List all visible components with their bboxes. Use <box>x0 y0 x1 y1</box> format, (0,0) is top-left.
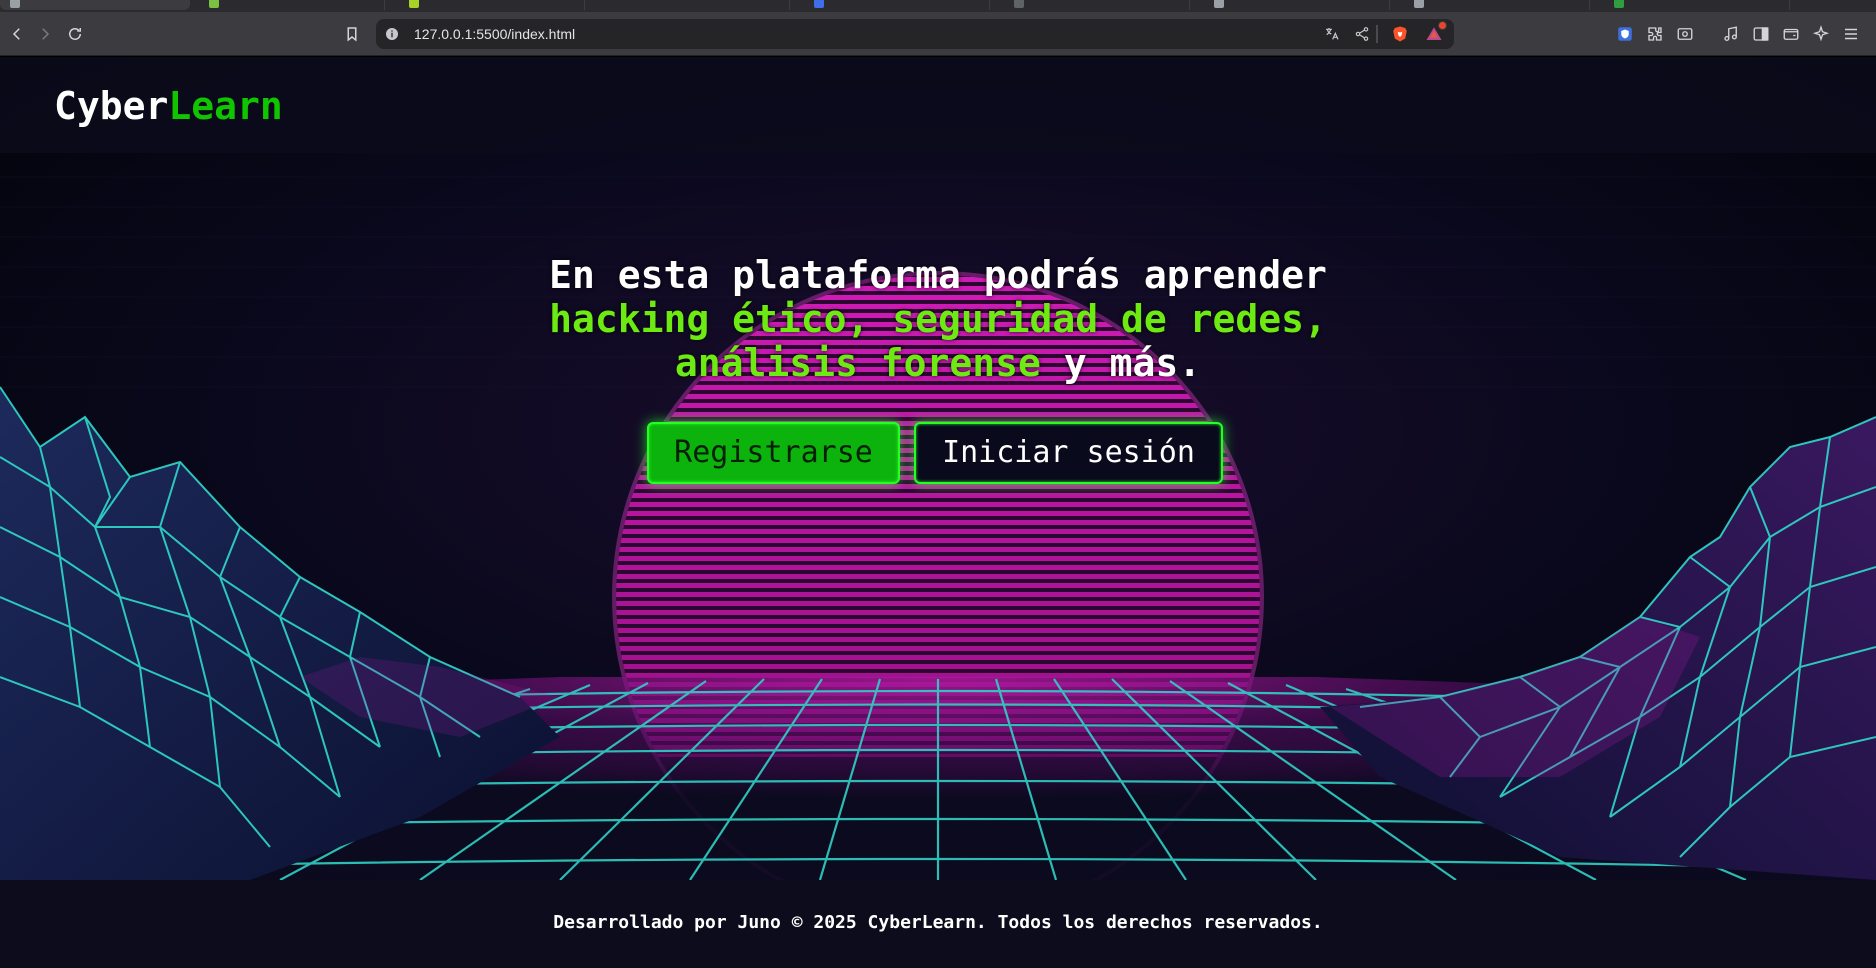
arrow-left-icon <box>12 28 20 40</box>
shield-extension-icon <box>1618 27 1632 41</box>
bookmark-icon <box>347 27 357 42</box>
tab-favicon <box>1214 0 1224 8</box>
back-button[interactable] <box>4 21 30 47</box>
headline-highlight-topics: hacking ético, seguridad de redes, <box>549 297 1327 341</box>
register-button[interactable]: Registrarse <box>647 422 900 484</box>
translate-icon[interactable] <box>1322 24 1342 44</box>
tab-favicon <box>1014 0 1024 8</box>
url-text[interactable]: 127.0.0.1:5500/index.html <box>414 25 575 43</box>
hero-headline: En esta plataforma podrás aprender hacki… <box>400 253 1476 385</box>
tab[interactable] <box>1200 0 1390 10</box>
address-bar[interactable]: 127.0.0.1:5500/index.html <box>376 19 1454 49</box>
notification-badge <box>1438 21 1447 30</box>
forward-button[interactable] <box>32 21 58 47</box>
logo-text-cyber: Cyber <box>54 84 169 128</box>
tab[interactable] <box>395 0 585 10</box>
logo-text-learn: Learn <box>168 84 283 128</box>
bookmark-button[interactable] <box>339 21 365 47</box>
site-footer: Desarrollado por Juno © 2025 CyberLearn.… <box>0 880 1876 968</box>
extensions-button[interactable] <box>1642 21 1668 47</box>
tab[interactable] <box>1400 0 1590 10</box>
info-icon[interactable] <box>384 26 400 42</box>
tab[interactable] <box>800 0 990 10</box>
tab-favicon <box>1414 0 1424 8</box>
shield-extension-button[interactable] <box>1612 21 1638 47</box>
screenshot-icon <box>1677 28 1693 40</box>
web-page: CyberLearn En esta plataforma podrás apr… <box>0 57 1876 968</box>
music-note-icon <box>1724 26 1737 42</box>
brave-lion-icon[interactable] <box>1390 24 1410 44</box>
leo-button[interactable] <box>1808 21 1834 47</box>
sidebar-icon <box>1753 27 1769 41</box>
login-button[interactable]: Iniciar sesión <box>914 422 1223 484</box>
reload-icon <box>69 28 81 40</box>
hamburger-menu-icon <box>1845 28 1857 40</box>
site-header: CyberLearn <box>0 57 1876 153</box>
tab-active[interactable] <box>0 0 190 10</box>
tab-favicon <box>814 0 824 8</box>
puzzle-icon <box>1648 27 1662 41</box>
tab-strip <box>0 0 1876 12</box>
headline-tail: y más. <box>1040 341 1202 385</box>
tab[interactable] <box>195 0 385 10</box>
media-button[interactable] <box>1718 21 1744 47</box>
tab-favicon <box>209 0 219 8</box>
headline-highlight-forensics: análisis forense <box>674 341 1041 385</box>
browser-toolbar: 127.0.0.1:5500/index.html <box>0 12 1876 56</box>
tab-favicon <box>409 0 419 8</box>
screenshot-button[interactable] <box>1672 21 1698 47</box>
tab[interactable] <box>600 0 790 10</box>
tab-favicon <box>1614 0 1624 8</box>
headline-line1: En esta plataforma podrás aprender <box>549 253 1327 297</box>
tab[interactable] <box>1000 0 1190 10</box>
wallet-icon <box>1783 28 1799 40</box>
tab[interactable] <box>1600 0 1790 10</box>
wallet-button[interactable] <box>1778 21 1804 47</box>
tab-favicon <box>10 0 20 8</box>
footer-copyright: Desarrollado por Juno © 2025 CyberLearn.… <box>553 912 1323 933</box>
share-icon[interactable] <box>1352 24 1372 44</box>
sidebar-button[interactable] <box>1748 21 1774 47</box>
triangle-rewards-icon[interactable] <box>1424 21 1447 44</box>
urlbar-divider <box>1376 25 1378 43</box>
arrow-right-icon <box>42 28 50 40</box>
menu-button[interactable] <box>1838 21 1864 47</box>
reload-button[interactable] <box>62 21 88 47</box>
sparkle-icon <box>1812 25 1830 42</box>
site-logo[interactable]: CyberLearn <box>54 83 283 129</box>
